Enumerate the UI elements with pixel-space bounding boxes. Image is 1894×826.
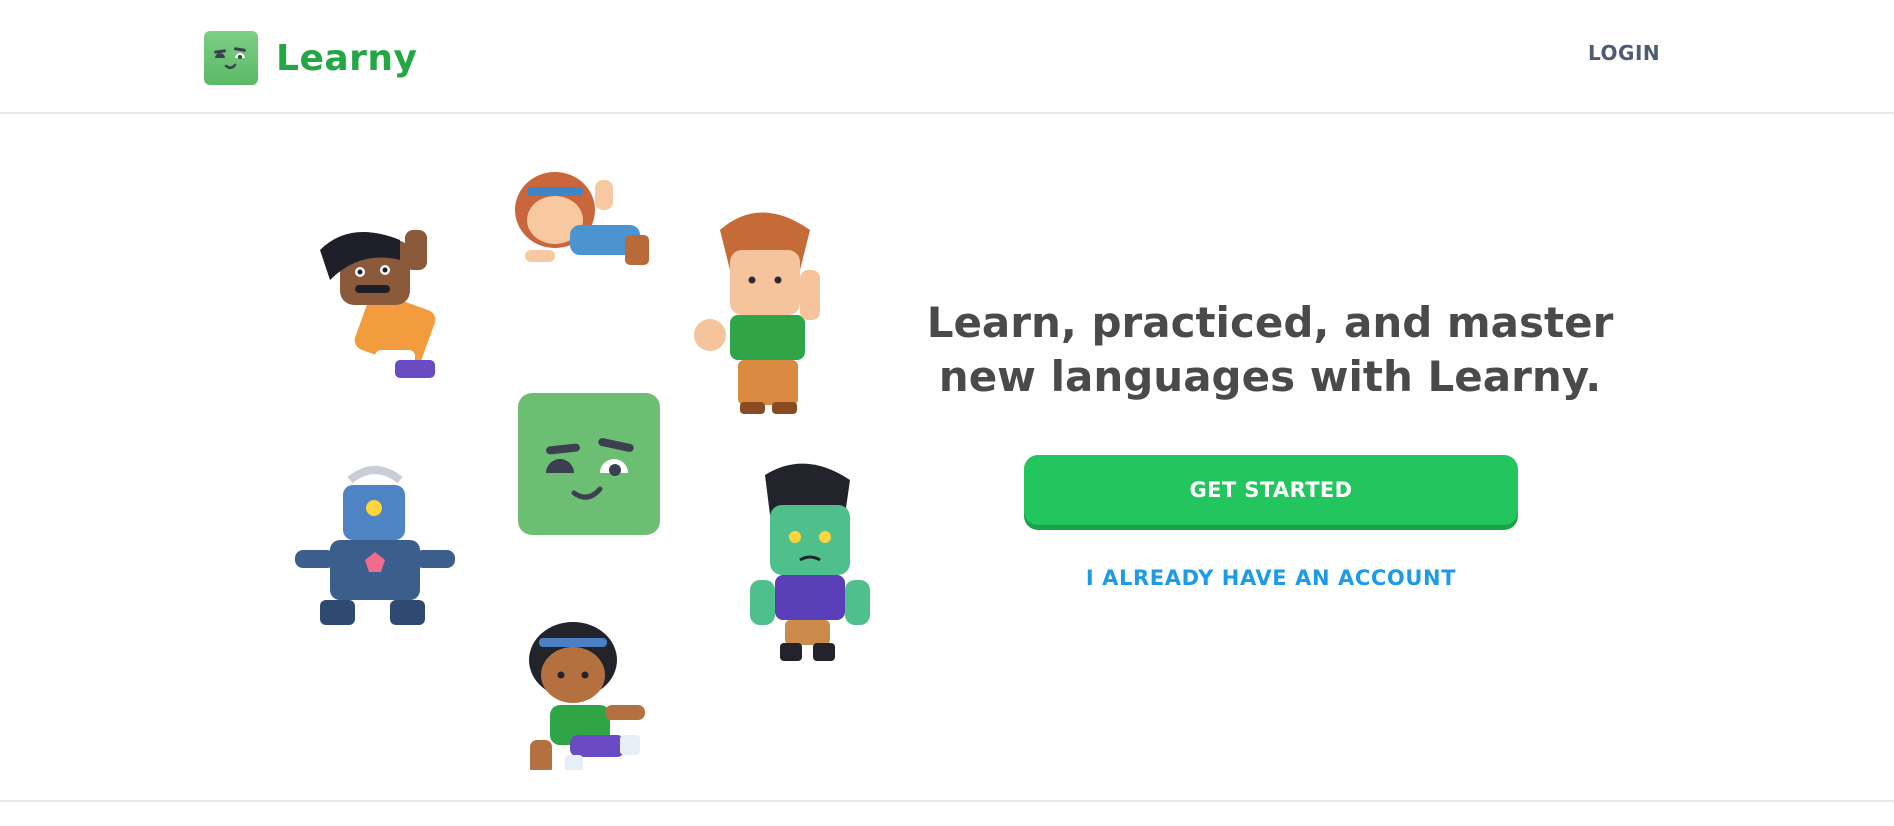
top-header: Learny LOGIN xyxy=(0,0,1894,114)
hero-headline: Learn, practiced, and master new languag… xyxy=(926,298,1614,401)
mascot-logo-icon xyxy=(204,31,258,85)
brand-name: Learny xyxy=(276,37,418,79)
get-started-button[interactable]: GET STARTED xyxy=(1024,455,1518,525)
login-button[interactable]: LOGIN xyxy=(1588,41,1660,65)
brand-logo[interactable]: Learny xyxy=(204,31,418,85)
zombie-icon xyxy=(750,463,870,661)
mascot-face-icon xyxy=(518,393,660,535)
ginger-boy-icon xyxy=(694,212,820,414)
character-illustration xyxy=(290,160,890,775)
robot-icon xyxy=(295,466,455,625)
mustache-man-icon xyxy=(320,230,436,385)
bottom-divider xyxy=(0,800,1894,802)
headband-girl-icon xyxy=(529,622,645,775)
existing-account-link[interactable]: I ALREADY HAVE AN ACCOUNT xyxy=(1024,566,1518,590)
red-hair-girl-icon xyxy=(515,172,649,265)
